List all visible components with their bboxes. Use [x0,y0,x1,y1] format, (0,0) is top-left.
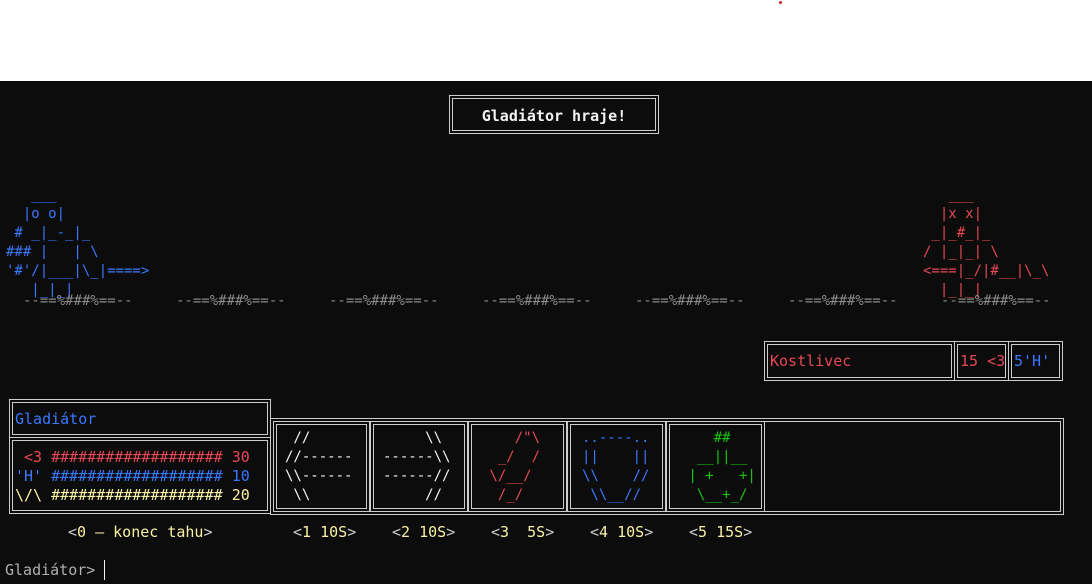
shield-value: 10 [231,467,250,485]
health-value: 30 [231,448,250,466]
stamina-value: 20 [231,486,250,504]
action-label: 1 10S [302,523,348,541]
action-label: 4 10S [599,523,645,541]
card-slot-4[interactable]: ..----.. || || \\ // \\__// [567,421,666,512]
card-art-potion: ## __||__ | + +| \__+_/ [688,430,756,503]
floor-segment: --==%###%==-- [941,293,1051,309]
action-label: 3 5S [500,523,546,541]
floor-segment: --==%###%==-- [23,293,133,309]
stamina-bar: ################### [51,486,223,504]
enemy-hp: 15 <3 [960,352,1006,370]
player-name: Gladiátor [15,410,97,428]
action-card-4[interactable]: <4 10S> [590,523,653,541]
command-prompt: Gladiátor> [5,561,96,579]
stamina-icon: \/\ [15,486,43,504]
card-art-slash-right: \\ ------\\ ------// // [383,430,451,503]
stat-row-shield: 'H' ################### 10 [15,467,250,485]
floor-segment: --==%###%==-- [176,293,286,309]
player-stats-box: <3 ################### 30 'H' ##########… [9,437,271,514]
heart-icon: <3 [15,448,43,466]
card-slot-2[interactable]: \\ ------\\ ------// // [370,421,468,512]
turn-banner: Gladiátor hraje! [449,95,659,134]
enemy-name-box: Kostlivec [764,341,955,381]
action-label: 0 – konec tahu [77,523,204,541]
action-card-1[interactable]: <1 10S> [293,523,356,541]
turn-banner-text: Gladiátor hraje! [481,107,627,125]
floor-segment: --==%###%==-- [788,293,898,309]
action-card-2[interactable]: <2 10S> [392,523,455,541]
floor-segment: --==%###%==-- [482,293,592,309]
shield-bar: ################### [51,467,223,485]
red-dot-marker [779,1,782,4]
enemy-hp-box: 15 <3 [954,341,1009,381]
action-card-5[interactable]: <5 15S> [689,523,752,541]
enemy-shield-box: 5'H' [1008,341,1063,381]
window-top-area [0,0,1092,81]
action-label: 5 15S [698,523,744,541]
card-slot-5[interactable]: ## __||__ | + +| \__+_/ [666,421,765,512]
stat-row-health: <3 ################### 30 [15,448,250,466]
card-slot-1[interactable]: // //------ \\------ \\ [273,421,370,512]
player-name-box: Gladiátor [9,399,271,438]
enemy-shield: 5'H' [1014,352,1051,370]
floor-segment: --==%###%==-- [635,293,745,309]
player-gladiator-sprite: ___ |o o| # _|_-_|_ ### | | \ '#'/|___|\… [6,187,150,298]
action-end-turn[interactable]: <0 – konec tahu> [68,523,213,541]
game-terminal: Gladiátor hraje! ___ |o o| # _|_-_|_ ###… [0,81,1092,584]
card-art-red: /"\ _/ / \/__/ /_/ [489,430,541,503]
floor-segment: --==%###%==-- [329,293,439,309]
card-slot-3[interactable]: /"\ _/ / \/__/ /_/ [468,421,567,512]
card-art-slash-left: // //------ \\------ \\ [285,430,353,503]
shield-icon: 'H' [15,467,43,485]
health-bar: ################### [51,448,223,466]
card-art-shield: ..----.. || || \\ // \\__// [582,430,650,503]
action-card-3[interactable]: <3 5S> [491,523,554,541]
enemy-skeleton-sprite: ___ |x x| _|_#_|_ / |_|_| \ <===|_/|#__|… [923,187,1050,298]
text-cursor[interactable] [104,560,105,580]
action-label: 2 10S [401,523,447,541]
enemy-name: Kostlivec [770,352,852,370]
stat-row-stamina: \/\ ################### 20 [15,486,250,504]
